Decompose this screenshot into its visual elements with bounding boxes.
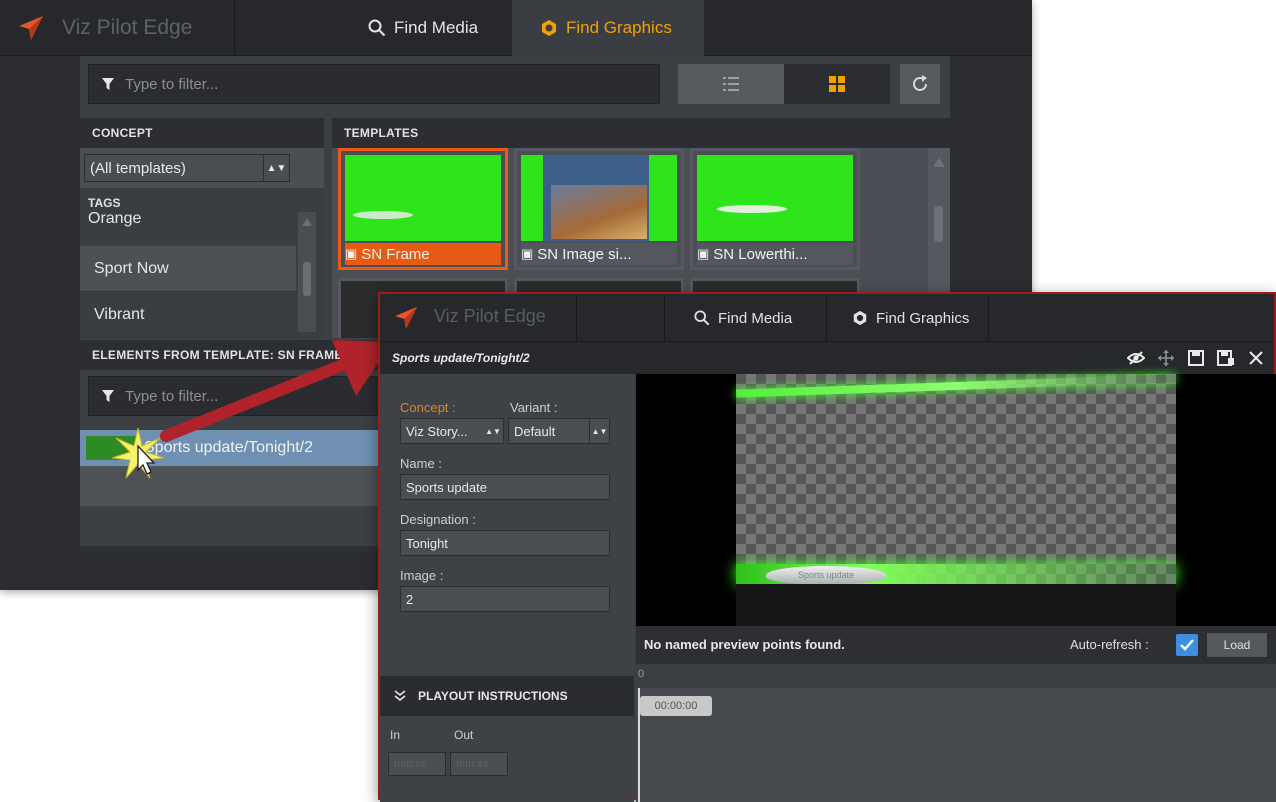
drag-cursor-icon: [108, 424, 168, 489]
updown-icon: ▲▼: [263, 155, 289, 181]
concept-header: CONCEPT: [80, 118, 324, 148]
tab-find-media[interactable]: Find Media: [340, 0, 506, 56]
pilot-logo-icon: [18, 15, 44, 46]
brand-title: Viz Pilot Edge: [434, 306, 546, 326]
tab-find-graphics[interactable]: Find Graphics: [826, 294, 995, 342]
search-icon: [368, 19, 386, 37]
preview-status-text: No named preview points found.: [644, 637, 845, 652]
back-top-bar: Viz Pilot Edge Find Media Find Graphics: [0, 0, 1032, 56]
save-as-icon[interactable]: [1216, 348, 1236, 368]
template-card-sn-image[interactable]: ▣ SN Image si...: [514, 148, 684, 270]
designation-label: Designation :: [400, 512, 476, 527]
template-thumbnail: [345, 155, 501, 241]
list-view-button[interactable]: [678, 64, 784, 104]
graphics-hexagon-icon: [853, 310, 867, 326]
image-label: Image :: [400, 568, 444, 583]
filter-icon: [102, 78, 114, 90]
auto-refresh-label: Auto-refresh :: [1070, 637, 1149, 652]
timeline-ruler: 0: [636, 664, 1276, 688]
concept-select[interactable]: (All templates) ▲▼: [84, 154, 290, 182]
template-filter-input[interactable]: Type to filter...: [88, 64, 660, 104]
visibility-toggle-icon[interactable]: [1126, 348, 1146, 368]
in-label: In: [390, 728, 401, 742]
templates-header: TEMPLATES: [332, 118, 950, 148]
double-chevron-down-icon: [394, 690, 406, 702]
name-field[interactable]: Sports update: [400, 474, 610, 500]
front-top-bar: Viz Pilot Edge Find Media Find Graphics: [380, 294, 1274, 342]
designation-field[interactable]: Tonight: [400, 530, 610, 556]
checkmark-icon: [1180, 639, 1194, 651]
filter-icon: [102, 390, 114, 402]
playout-instructions-header[interactable]: PLAYOUT INSTRUCTIONS: [380, 676, 634, 716]
auto-refresh-checkbox[interactable]: [1176, 634, 1198, 656]
template-card-sn-frame[interactable]: ▣ SN Frame: [338, 148, 508, 270]
tags-scrollbar[interactable]: [298, 212, 316, 332]
load-button[interactable]: Load: [1206, 632, 1268, 658]
search-icon: [694, 310, 710, 326]
updown-icon: ▲▼: [589, 419, 609, 443]
pilot-logo-icon: [394, 306, 418, 335]
image-field[interactable]: 2: [400, 586, 610, 612]
updown-icon: ▲▼: [485, 426, 501, 436]
template-icon: ▣: [521, 246, 534, 261]
concept-select[interactable]: Viz Story... ▲▼: [400, 418, 504, 444]
timeline: 0 00:00:00: [636, 664, 1276, 802]
timeline-time-tag[interactable]: 00:00:00: [640, 696, 712, 716]
template-thumbnail: [521, 155, 677, 241]
preview-status-bar: No named preview points found. Auto-refr…: [636, 626, 1276, 664]
tab-find-media[interactable]: Find Media: [668, 294, 818, 342]
graphics-hexagon-icon: [542, 20, 556, 36]
list-view-icon: [723, 77, 739, 91]
refresh-button[interactable]: [900, 64, 940, 104]
template-card-sn-lowerthird[interactable]: ▣ SN Lowerthi...: [690, 148, 860, 270]
save-icon[interactable]: [1186, 348, 1206, 368]
name-label: Name :: [400, 456, 442, 471]
refresh-icon: [913, 75, 927, 91]
tab-find-graphics[interactable]: Find Graphics: [512, 0, 704, 56]
tags-header: TAGS: [88, 196, 121, 210]
lower-third-plate: Sports update: [766, 566, 886, 584]
front-window: Viz Pilot Edge Find Media Find Graphics …: [378, 292, 1276, 802]
template-icon: ▣: [345, 246, 358, 261]
brand-title: Viz Pilot Edge: [62, 16, 193, 39]
in-time-field[interactable]: mm:ss: [388, 752, 446, 776]
top-light-bar: [735, 374, 1177, 398]
timeline-zero: 0: [638, 668, 645, 680]
move-icon[interactable]: [1156, 348, 1176, 368]
template-form: Concept : Variant : Viz Story... ▲▼ Defa…: [380, 374, 634, 674]
path-toolbar: [1126, 346, 1266, 370]
close-icon[interactable]: [1246, 348, 1266, 368]
element-path: Sports update/Tonight/2: [392, 351, 530, 365]
out-label: Out: [454, 728, 474, 742]
playout-fields: In Out mm:ss mm:ss: [380, 716, 634, 802]
tags-list: TAGS Orange Sport Now Vibrant: [80, 188, 324, 338]
variant-label: Variant :: [510, 400, 558, 415]
out-time-field[interactable]: mm:ss: [450, 752, 508, 776]
graphics-preview: Sports update: [636, 374, 1276, 626]
preview-checkerboard: Sports update: [735, 374, 1177, 584]
concept-label: Concept :: [400, 400, 456, 415]
template-icon: ▣: [697, 246, 710, 261]
tag-item-orange[interactable]: Orange: [88, 210, 141, 228]
variant-select[interactable]: Default ▲▼: [508, 418, 610, 444]
grid-view-button[interactable]: [784, 64, 890, 104]
template-thumbnail: [697, 155, 853, 241]
grid-view-icon: [829, 76, 845, 92]
tag-item-sport-now[interactable]: Sport Now: [80, 246, 296, 292]
